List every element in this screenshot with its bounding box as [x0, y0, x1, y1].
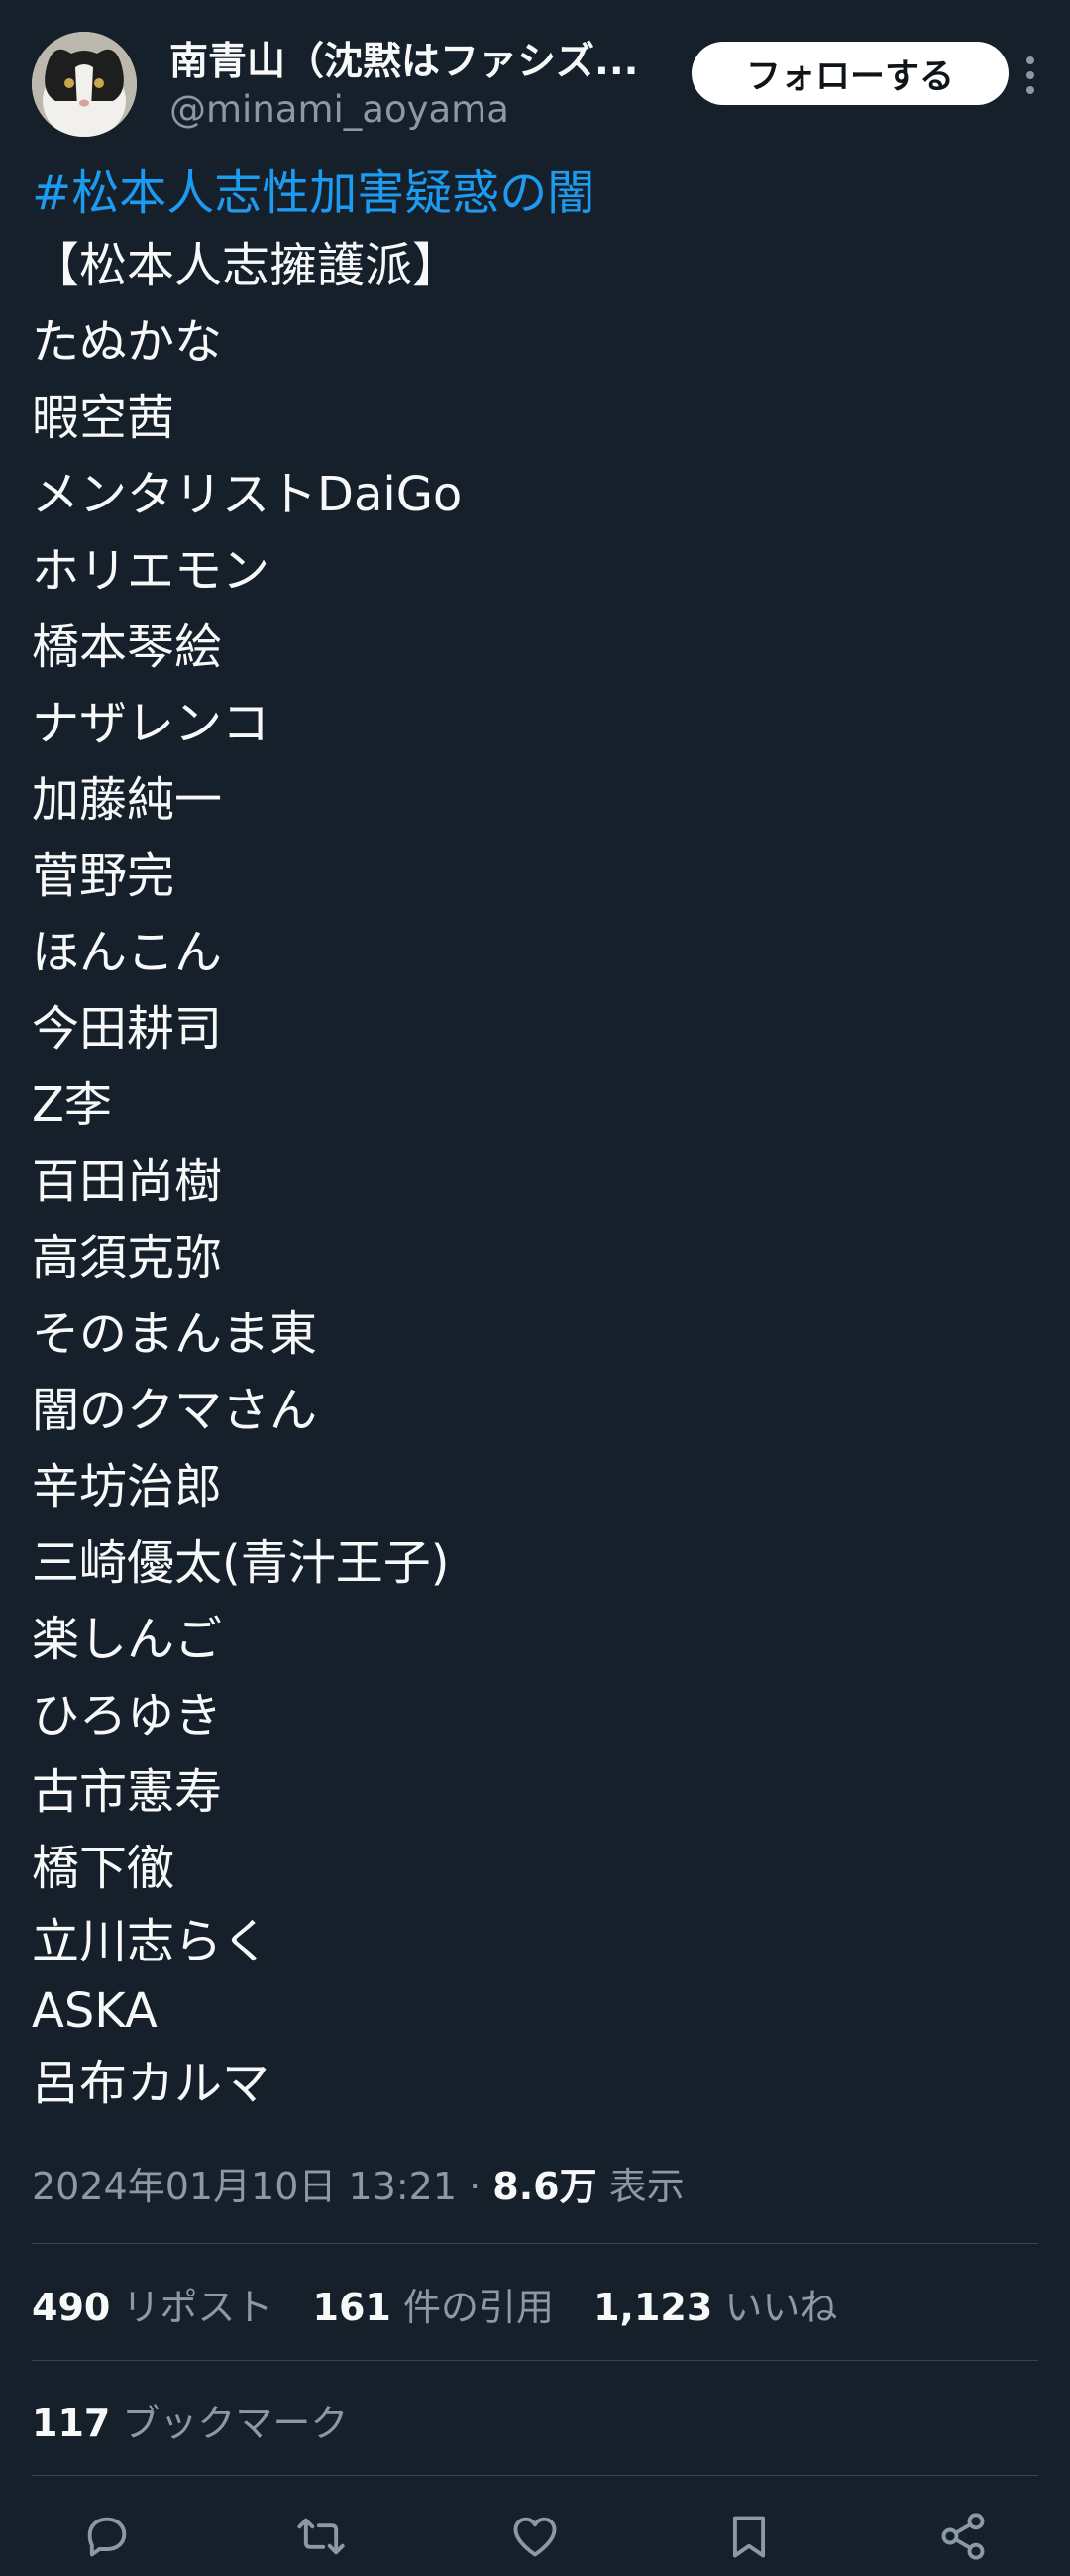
tweet-line: ASKA	[32, 1983, 158, 2039]
tweet-line: 呂布カルマ	[32, 2056, 270, 2111]
tweet-line: 加藤純一	[32, 772, 223, 828]
tweet-line: 【松本人志擁護派】	[32, 238, 461, 293]
tweet-page: 南青山（沈黙はファシズ... @minami_aoyama フォローする #松本…	[0, 0, 1070, 2576]
tweet-meta: 2024年01月10日 13:21 · 8.6万 表示	[32, 2156, 685, 2210]
tweet-line: ナザレンコ	[32, 696, 270, 751]
tweet-line: 闇のクマさん	[32, 1383, 318, 1438]
like-icon[interactable]	[509, 2511, 561, 2562]
likes-stat[interactable]: 1,123 いいね	[593, 2277, 837, 2331]
divider	[32, 2475, 1038, 2476]
tweet-line: そのまんま東	[32, 1306, 318, 1362]
quotes-count: 161	[312, 2286, 391, 2329]
tweet-line: 古市憲寿	[32, 1764, 223, 1820]
reposts-count: 490	[32, 2286, 111, 2329]
tweet-header: 南青山（沈黙はファシズ... @minami_aoyama フォローする	[32, 32, 1038, 137]
bookmark-icon[interactable]	[723, 2511, 775, 2562]
tweet-line: 辛坊治郎	[32, 1459, 223, 1514]
avatar[interactable]	[32, 32, 137, 137]
author-handle[interactable]: @minami_aoyama	[169, 85, 509, 135]
bookmarks-stat[interactable]: 117 ブックマーク	[32, 2393, 348, 2447]
tweet-line: ほんこん	[32, 925, 223, 980]
tweet-line: メンタリストDaiGo	[32, 467, 463, 522]
tweet-line: 高須克弥	[32, 1230, 223, 1286]
tweet-line: 三崎優太(青汁王子)	[32, 1535, 450, 1591]
likes-count: 1,123	[593, 2286, 713, 2329]
more-options-icon[interactable]	[1022, 54, 1038, 97]
tweet-line: 暇空茜	[32, 391, 175, 446]
tweet-line: ひろゆき	[32, 1688, 223, 1743]
hashtag-link[interactable]: #松本人志性加害疑惑の闇	[32, 159, 1022, 228]
quotes-stat[interactable]: 161 件の引用	[313, 2277, 554, 2331]
tweet-line: 橋下徹	[32, 1841, 175, 1896]
tweet-line: 橋本琴絵	[32, 619, 223, 675]
bookmarks-count: 117	[32, 2402, 111, 2445]
meta-separator: ·	[469, 2165, 482, 2208]
share-icon[interactable]	[937, 2511, 989, 2562]
tweet-line: ホリエモン	[32, 543, 270, 599]
tweet-line: たぬかな	[32, 314, 223, 370]
quotes-label: 件の引用	[402, 2286, 554, 2329]
likes-label: いいね	[724, 2286, 838, 2329]
tweet-line: 百田尚樹	[32, 1154, 223, 1209]
repost-icon[interactable]	[295, 2511, 347, 2562]
tweet-line: Z李	[32, 1077, 112, 1133]
engagement-stats: 490 リポスト 161 件の引用 1,123 いいね	[32, 2277, 865, 2331]
follow-button[interactable]: フォローする	[692, 42, 1009, 105]
reply-icon[interactable]	[81, 2511, 133, 2562]
divider	[32, 2243, 1038, 2244]
tweet-text: #松本人志性加害疑惑の闇 【松本人志擁護派】 たぬかな 暇空茜 メンタリストDa…	[32, 159, 1022, 2122]
views-count: 8.6万	[492, 2165, 597, 2208]
author-display-name[interactable]: 南青山（沈黙はファシズ...	[169, 38, 695, 87]
divider	[32, 2360, 1038, 2361]
tweet-line: 立川志らく	[32, 1914, 270, 1969]
views-label: 表示	[608, 2165, 685, 2208]
reposts-label: リポスト	[122, 2286, 273, 2329]
tweet-line: 今田耕司	[32, 1001, 223, 1057]
tweet-line: 楽しんご	[32, 1612, 223, 1667]
reposts-stat[interactable]: 490 リポスト	[32, 2277, 272, 2331]
bookmarks-label: ブックマーク	[122, 2402, 349, 2445]
tweet-line: 菅野完	[32, 848, 175, 904]
timestamp[interactable]: 2024年01月10日 13:21	[32, 2165, 457, 2208]
